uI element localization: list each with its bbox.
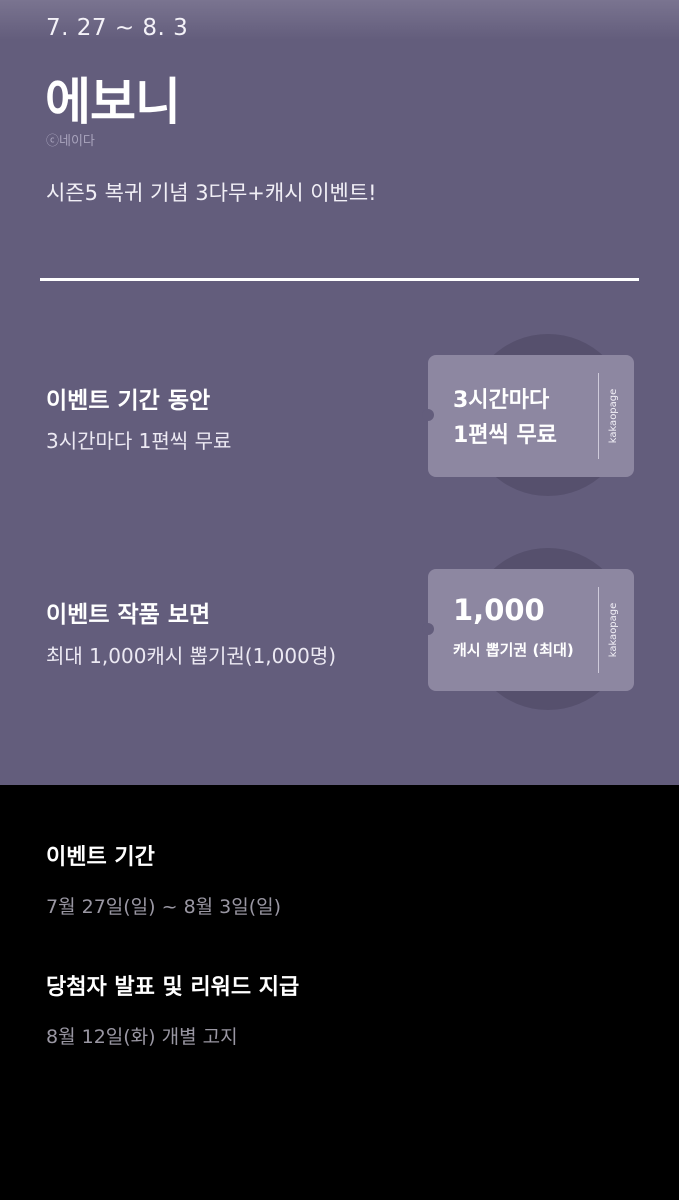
kakaopage-logo: kakaopage (608, 602, 619, 658)
free-episode-ticket: 3시간마다 1편씩 무료 kakaopage (422, 355, 634, 477)
ticket-separator (598, 373, 599, 459)
promo-heading-free-episodes: 이벤트 기간 동안 (46, 388, 211, 414)
ticket-amount: 1,000 (453, 593, 545, 627)
winner-announcement-value: 8월 12일(화) 개별 고지 (46, 1026, 238, 1048)
event-subtitle: 시즌5 복귀 기념 3다무+캐시 이벤트! (46, 181, 377, 205)
event-period-heading: 이벤트 기간 (46, 845, 155, 870)
copyright-notice: ⓒ네이다 (46, 134, 95, 149)
ticket-separator (598, 587, 599, 673)
ticket-caption: 캐시 뽑기권 (최대) (453, 641, 574, 659)
promo-description-free-episodes: 3시간마다 1편씩 무료 (46, 429, 232, 453)
ticket-notch (422, 409, 434, 421)
promo-description-cash-draw: 최대 1,000캐시 뽑기권(1,000명) (46, 644, 337, 668)
series-title: 에보니 (45, 73, 181, 131)
event-date-range: 7. 27 ~ 8. 3 (46, 15, 189, 41)
ticket-notch (422, 623, 434, 635)
event-hero: 7. 27 ~ 8. 3 에보니 ⓒ네이다 시즌5 복귀 기념 3다무+캐시 이… (0, 0, 679, 785)
winner-announcement-heading: 당첨자 발표 및 리워드 지급 (46, 975, 300, 1000)
ticket-line-1: 3시간마다 (453, 388, 550, 413)
event-period-value: 7월 27일(일) ~ 8월 3일(일) (46, 896, 282, 918)
ticket-line-2: 1편씩 무료 (453, 423, 557, 448)
kakaopage-logo: kakaopage (608, 388, 619, 444)
promo-heading-cash-draw: 이벤트 작품 보면 (46, 602, 211, 628)
divider (40, 278, 639, 281)
cash-draw-ticket: 1,000 캐시 뽑기권 (최대) kakaopage (422, 569, 634, 691)
